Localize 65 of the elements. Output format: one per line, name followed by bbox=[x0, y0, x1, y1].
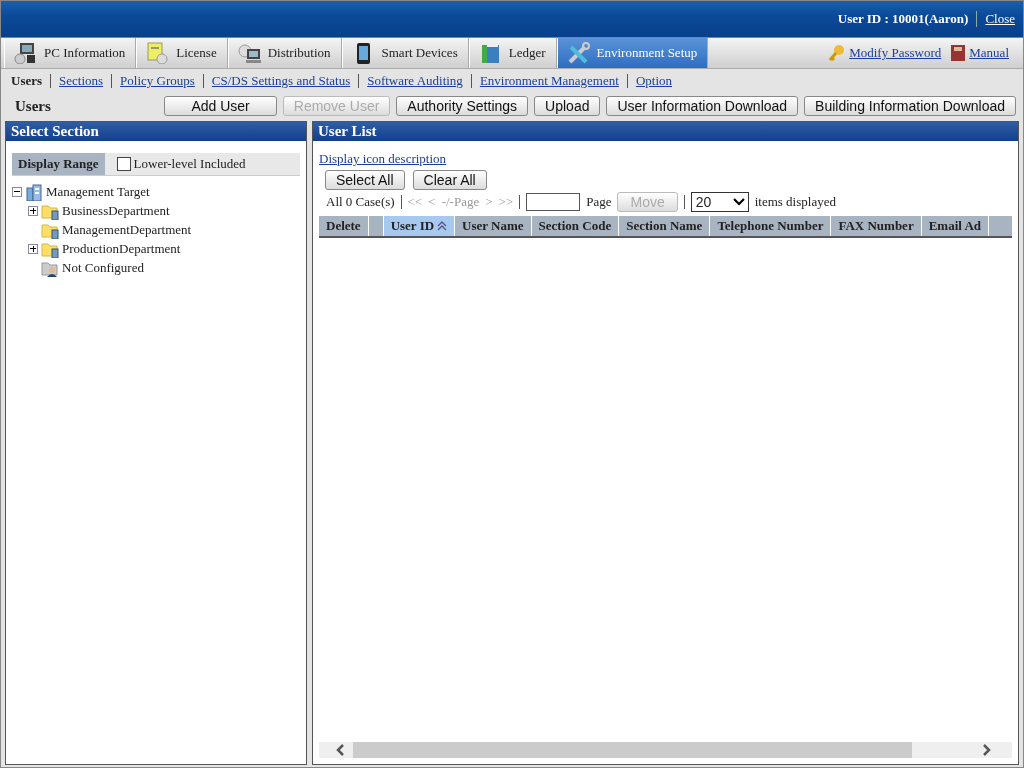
checkbox-label: Lower-level Included bbox=[133, 156, 246, 172]
column-header[interactable]: Delete bbox=[319, 216, 369, 236]
tree-item[interactable]: ManagementDepartment bbox=[62, 221, 192, 238]
sub-nav-link[interactable]: CS/DS Settings and Status bbox=[211, 73, 351, 89]
sub-nav-link[interactable]: Users bbox=[11, 73, 43, 89]
panel-title: User List bbox=[313, 122, 1018, 141]
main-tab[interactable]: Smart Devices bbox=[341, 38, 469, 68]
manual-link[interactable]: Manual bbox=[969, 45, 1009, 61]
toolbar-button[interactable]: Add User bbox=[164, 96, 277, 116]
toolbar-button[interactable]: Building Information Download bbox=[804, 96, 1016, 116]
book-icon bbox=[950, 44, 967, 62]
chevron-left-icon bbox=[335, 743, 345, 757]
sub-nav-link[interactable]: Sections bbox=[59, 73, 104, 89]
sub-nav-link[interactable]: Environment Management bbox=[479, 73, 619, 89]
computer-disc-icon bbox=[237, 42, 262, 64]
user-id-label: User ID : 10001(Aaron) bbox=[837, 11, 969, 27]
display-range-label: Display Range bbox=[12, 153, 105, 175]
page-label: Page bbox=[586, 194, 612, 210]
chevron-down-icon bbox=[731, 197, 746, 207]
horizontal-scrollbar[interactable] bbox=[319, 742, 1012, 758]
main-tab[interactable]: PC Information bbox=[4, 38, 137, 68]
key-icon bbox=[828, 44, 847, 62]
toolbar-button[interactable]: Upload bbox=[534, 96, 601, 116]
building-icon bbox=[25, 182, 43, 201]
column-header[interactable]: Email Ad bbox=[921, 216, 990, 236]
checkbox[interactable] bbox=[116, 157, 131, 171]
sub-nav-link[interactable]: Option bbox=[635, 73, 672, 89]
expander-icon[interactable] bbox=[28, 205, 38, 216]
page-title: Users bbox=[15, 97, 51, 115]
tree-item[interactable]: ProductionDepartment bbox=[62, 240, 181, 257]
column-header[interactable]: Section Name bbox=[619, 216, 711, 236]
tree-item[interactable]: Not Configured bbox=[62, 259, 144, 276]
certificate-icon bbox=[146, 42, 171, 64]
sort-ascending-icon bbox=[437, 221, 448, 231]
column-header[interactable]: User ID bbox=[383, 216, 456, 236]
main-tab[interactable]: Environment Setup bbox=[556, 38, 709, 68]
case-count: All 0 Case(s) bbox=[326, 194, 395, 210]
tree-item[interactable]: Management Target bbox=[46, 183, 150, 200]
select-button[interactable]: Select All bbox=[325, 170, 405, 190]
expander-icon[interactable] bbox=[28, 243, 38, 254]
sub-nav-link[interactable]: Software Auditing bbox=[367, 73, 463, 89]
chevron-right-icon bbox=[982, 743, 992, 757]
main-tab[interactable]: Ledger bbox=[468, 38, 557, 68]
column-header[interactable]: FAX Number bbox=[831, 216, 922, 236]
expander-icon[interactable] bbox=[12, 186, 22, 197]
tree-item[interactable]: BusinessDepartment bbox=[62, 202, 170, 219]
tools-icon bbox=[566, 42, 591, 64]
column-header[interactable]: User Name bbox=[455, 216, 532, 236]
panel-title: Select Section bbox=[6, 122, 306, 141]
column-header[interactable]: Telephone Number bbox=[710, 216, 832, 236]
toolbar-button[interactable]: User Information Download bbox=[606, 96, 799, 116]
scroll-thumb[interactable] bbox=[353, 742, 912, 758]
close-link[interactable]: Close bbox=[985, 11, 1015, 27]
items-displayed-label: items displayed bbox=[754, 194, 836, 210]
page-field[interactable] bbox=[526, 193, 581, 211]
computer-icon bbox=[14, 42, 38, 64]
main-tab[interactable]: License bbox=[136, 38, 228, 68]
sub-nav-link[interactable]: Policy Groups bbox=[120, 73, 195, 89]
select-button[interactable]: Clear All bbox=[412, 170, 487, 190]
column-header[interactable]: Section Code bbox=[531, 216, 620, 236]
toolbar-button[interactable]: Authority Settings bbox=[396, 96, 529, 116]
main-tab[interactable]: Distribution bbox=[227, 38, 342, 68]
modify-password-link[interactable]: Modify Password bbox=[849, 45, 942, 61]
icon-description-link[interactable]: Display icon description bbox=[319, 151, 1012, 167]
items-per-page-select[interactable]: 20 bbox=[690, 192, 749, 212]
